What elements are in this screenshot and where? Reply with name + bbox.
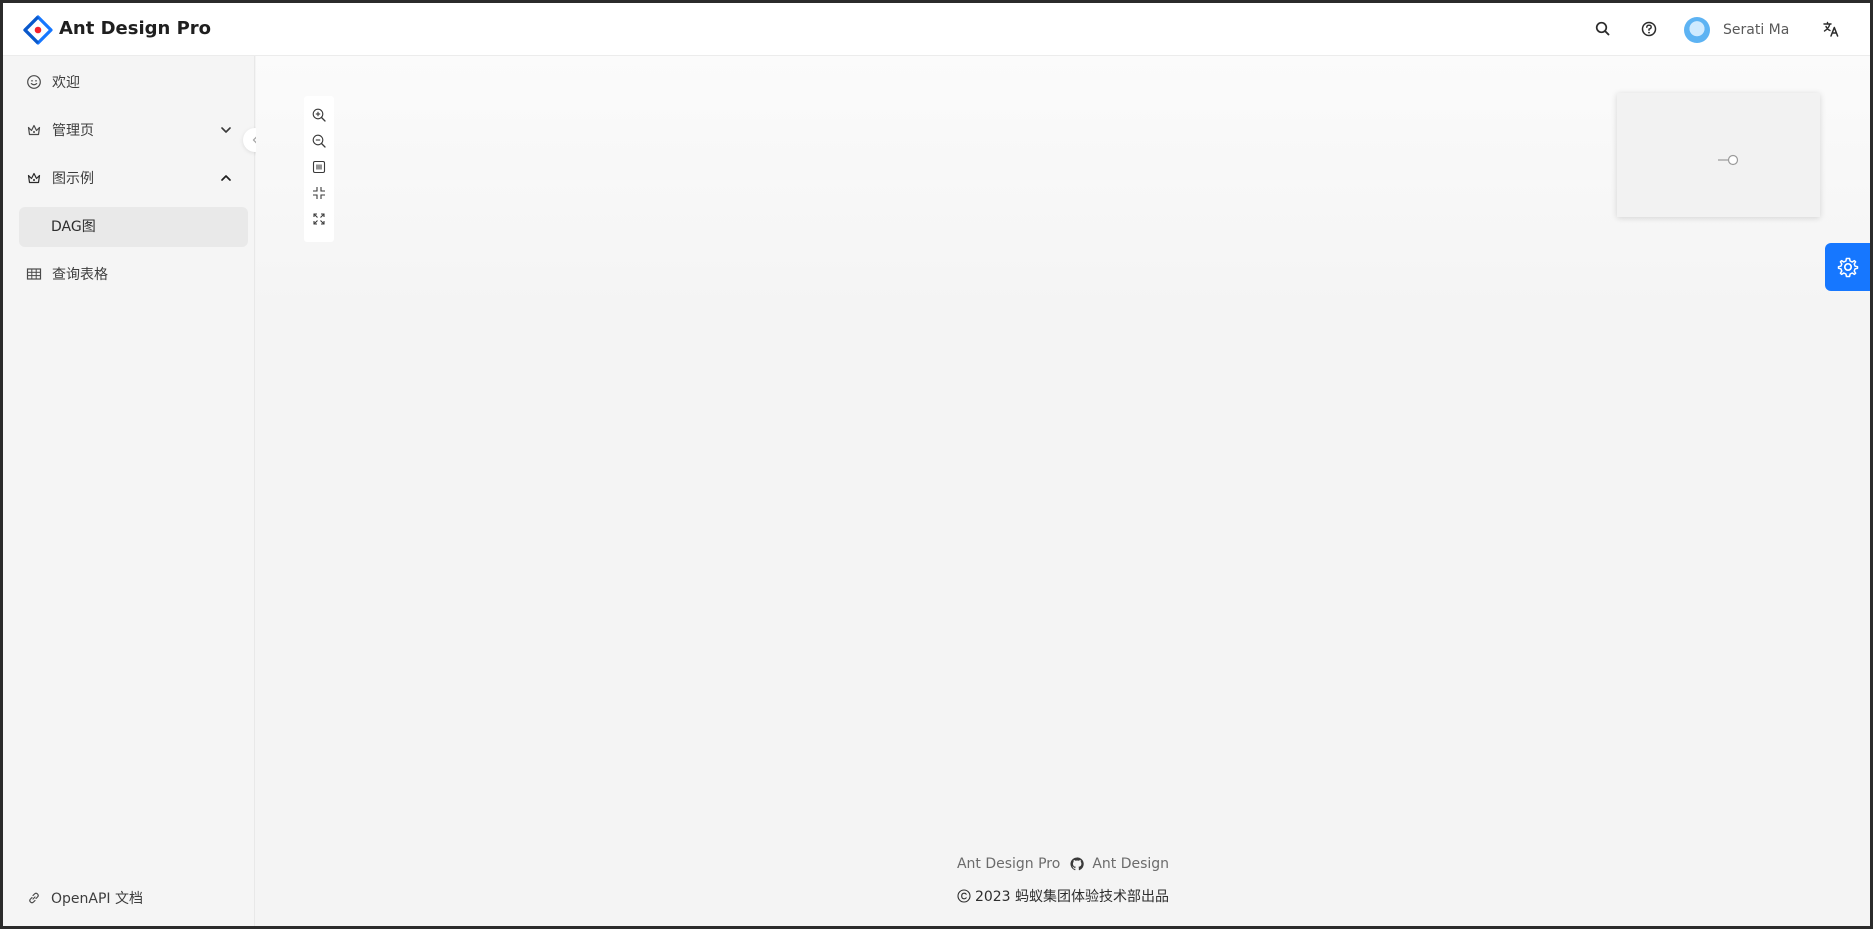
minimap-node-icon [1718,154,1739,166]
footer-link-ant-design[interactable]: Ant Design [1092,856,1169,872]
footer-links: Ant Design Pro Ant Design [256,856,1870,872]
fullscreen-icon[interactable] [311,211,327,227]
table-icon [26,268,42,280]
settings-drawer-button[interactable] [1825,243,1870,291]
sidebar-item-label: 管理页 [52,123,94,139]
openapi-docs-link[interactable]: OpenAPI 文档 [19,886,143,910]
compress-icon[interactable] [311,185,327,201]
copyright-icon [957,889,971,903]
user-menu[interactable]: Serati Ma [1684,17,1789,43]
ant-design-logo-icon[interactable] [23,15,53,45]
footer-link-ant-design-pro[interactable]: Ant Design Pro [957,856,1060,872]
github-icon[interactable] [1070,857,1085,871]
sidebar: 欢迎 管理页 图示例 DAG图 查询表格 OpenAPI 文档 [3,56,267,926]
copyright-text: 2023 蚂蚁集团体验技术部出品 [974,889,1170,905]
smile-icon [27,75,41,89]
openapi-docs-label: OpenAPI 文档 [51,891,143,907]
zoom-in-icon[interactable] [311,107,327,123]
translation-icon[interactable] [1821,19,1841,39]
question-circle-icon[interactable] [1639,19,1659,39]
crown-icon [27,172,41,184]
sidebar-item-query-table[interactable]: 查询表格 [19,254,249,294]
fit-view-icon[interactable] [311,159,327,175]
graph-toolbar [304,96,334,242]
chevron-down-icon [221,127,231,133]
gear-icon [1837,257,1859,278]
link-icon [29,892,39,904]
sidebar-item-welcome[interactable]: 欢迎 [19,62,249,102]
sidebar-item-label: 图示例 [52,171,94,187]
sidebar-item-graph-examples[interactable]: 图示例 [19,158,249,198]
app-window: Ant Design Pro Serati Ma 欢迎 管理页 图示例 DAG图… [3,3,1870,926]
avatar [1684,17,1710,43]
crown-icon [27,124,41,136]
graph-canvas[interactable]: Ant Design Pro Ant Design 2023 蚂蚁集团体验技术部… [256,56,1870,926]
graph-minimap[interactable] [1617,93,1820,217]
sidebar-item-label: 查询表格 [52,267,108,283]
sidebar-item-dag[interactable]: DAG图 [19,207,248,247]
search-icon[interactable] [1593,19,1613,39]
user-name: Serati Ma [1723,22,1790,38]
top-header: Ant Design Pro Serati Ma [3,3,1870,56]
chevron-up-icon [221,175,231,181]
sidebar-item-label: 欢迎 [52,75,80,91]
copyright: 2023 蚂蚁集团体验技术部出品 [256,886,1870,906]
app-title[interactable]: Ant Design Pro [59,18,211,39]
zoom-out-icon[interactable] [311,133,327,149]
sidebar-item-admin[interactable]: 管理页 [19,110,249,150]
